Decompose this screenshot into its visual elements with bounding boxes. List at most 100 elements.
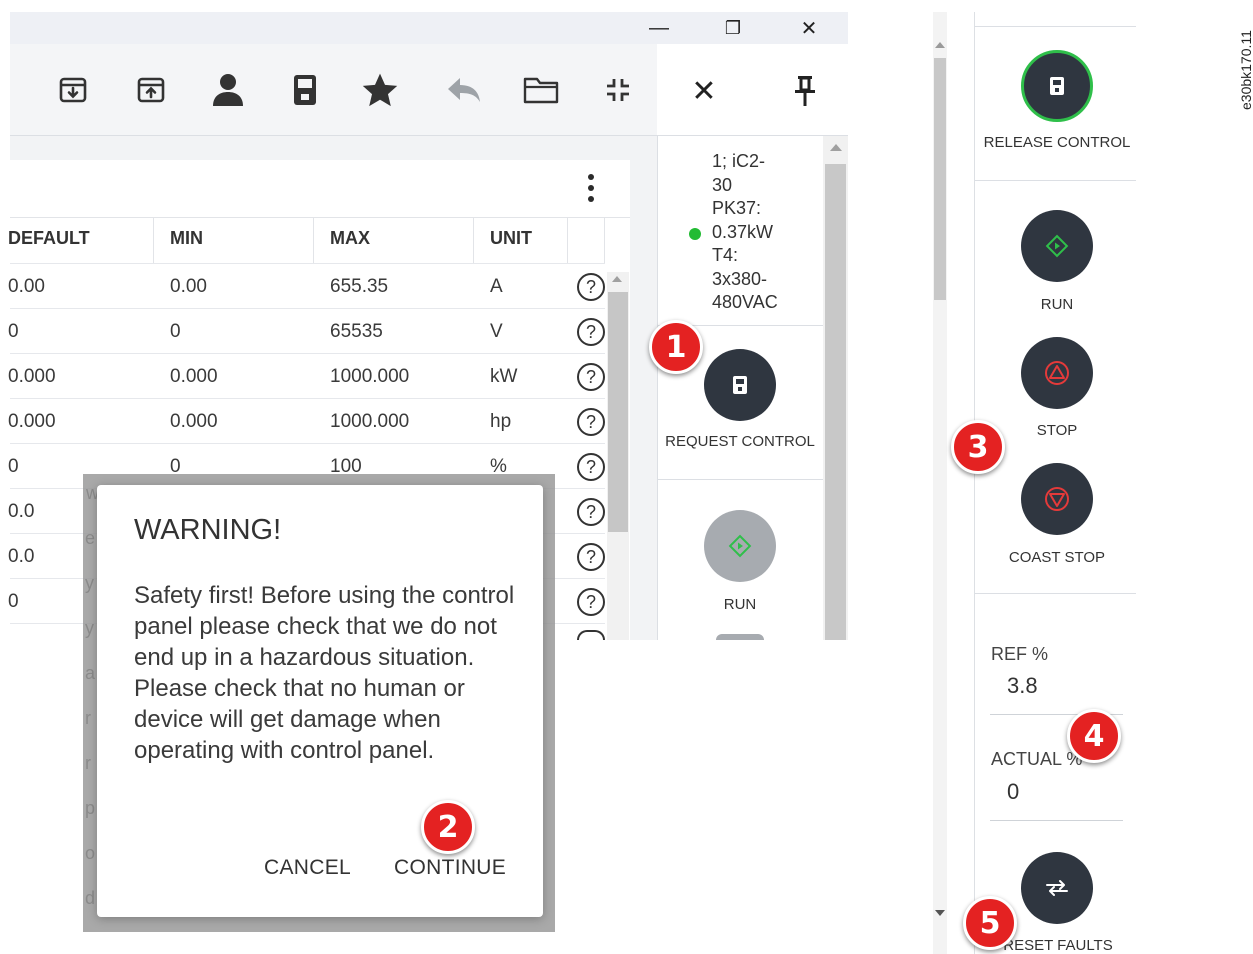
stop-button-partial[interactable] — [716, 634, 764, 640]
cell-default: 0 — [8, 591, 19, 612]
more-options-icon[interactable] — [578, 168, 604, 208]
actual-value: 0 — [1007, 779, 1020, 804]
stop-label: STOP — [1036, 422, 1078, 439]
divider — [10, 308, 605, 309]
divider — [10, 263, 605, 264]
run-button-disabled[interactable] — [704, 510, 776, 582]
help-icon[interactable]: ? — [577, 498, 605, 526]
cell-max: 655.35 — [330, 276, 389, 297]
run-label: RUN — [1040, 296, 1074, 313]
column-header-max[interactable]: MAX — [330, 228, 370, 249]
close-panel-button[interactable]: ✕ — [683, 70, 725, 112]
ref-label: REF % — [991, 644, 1049, 664]
folder-icon[interactable] — [519, 62, 563, 118]
cell-min: 0.000 — [170, 366, 218, 387]
dialog-body: Safety first! Before using the control p… — [134, 582, 515, 764]
drive-info: 1; iC2- 30 PK37: 0.37kW T4: 3x380- 480VA… — [712, 151, 778, 312]
restore-button[interactable]: ❐ — [710, 12, 756, 44]
scroll-up-arrow-icon[interactable] — [830, 144, 842, 151]
stop-button[interactable] — [1021, 337, 1093, 409]
cell-max: 1000.000 — [330, 366, 410, 387]
help-icon[interactable]: ? — [577, 363, 605, 391]
device-icon[interactable] — [283, 62, 327, 118]
figure-id: e30bk170.11 — [1232, 14, 1253, 134]
reset-faults-label: RESET FAULTS — [1003, 937, 1113, 954]
cell-min: 0.000 — [170, 411, 218, 432]
cell-default: 0.0 — [8, 546, 35, 567]
divider — [975, 180, 1136, 181]
request-control-button[interactable] — [704, 349, 776, 421]
scroll-down-arrow-icon[interactable] — [935, 910, 945, 916]
help-icon[interactable]: ? — [577, 453, 605, 481]
table-scrollbar-thumb[interactable] — [608, 292, 628, 532]
minimize-button[interactable]: — — [636, 12, 682, 44]
collapse-icon[interactable] — [596, 62, 640, 118]
person-icon[interactable] — [206, 62, 250, 118]
panel-border — [974, 12, 975, 954]
cell-max: 65535 — [330, 321, 383, 342]
actual-label: ACTUAL % — [991, 749, 1083, 769]
help-icon[interactable]: ? — [577, 543, 605, 571]
reply-icon[interactable] — [442, 62, 486, 118]
cell-unit: A — [490, 276, 503, 297]
coast-stop-button[interactable] — [1021, 463, 1093, 535]
cancel-button[interactable]: CANCEL — [264, 856, 351, 880]
divider — [975, 593, 1136, 594]
figure-id-text: e30bk170.11 — [1238, 30, 1253, 110]
divider — [657, 479, 823, 480]
ref-value[interactable]: 3.8 — [1007, 673, 1038, 699]
status-dot-icon — [689, 228, 701, 240]
help-icon[interactable] — [577, 630, 605, 640]
step-badge-5: 5 — [963, 896, 1017, 950]
dialog-title: WARNING! — [134, 514, 282, 546]
cell-unit: V — [490, 321, 503, 342]
scroll-up-arrow-icon[interactable] — [612, 276, 622, 282]
side-panel-scrollbar-thumb[interactable] — [825, 164, 846, 640]
cell-max: 1000.000 — [330, 411, 410, 432]
pin-icon[interactable] — [787, 70, 823, 112]
help-icon[interactable]: ? — [577, 588, 605, 616]
cell-min: 0.00 — [170, 276, 207, 297]
main-scrollbar-thumb[interactable] — [934, 58, 946, 300]
cell-default: 0.000 — [8, 366, 56, 387]
download-box-icon[interactable] — [51, 62, 95, 118]
cell-default: 0.0 — [8, 501, 35, 522]
cell-unit: hp — [490, 411, 512, 432]
divider — [10, 353, 605, 354]
step-badge-3: 3 — [951, 420, 1005, 474]
help-icon[interactable]: ? — [577, 273, 605, 301]
cell-default: 0.000 — [8, 411, 56, 432]
reset-faults-button[interactable] — [1021, 852, 1093, 924]
cell-default: 0.00 — [8, 276, 45, 297]
divider — [153, 218, 154, 263]
release-control-label: RELEASE CONTROL — [983, 134, 1131, 151]
divider — [473, 218, 474, 263]
cell-min: 0 — [170, 321, 181, 342]
divider — [313, 218, 314, 263]
divider — [10, 217, 630, 218]
scroll-up-arrow-icon[interactable] — [935, 42, 945, 48]
star-icon[interactable] — [358, 62, 402, 118]
run-label: RUN — [723, 596, 757, 613]
cell-unit: kW — [490, 366, 518, 387]
cell-default: 0 — [8, 321, 19, 342]
window-close-button[interactable]: ✕ — [786, 12, 832, 44]
divider — [975, 26, 1136, 27]
help-icon[interactable]: ? — [577, 408, 605, 436]
step-badge-1: 1 — [649, 320, 703, 374]
help-icon[interactable]: ? — [577, 318, 605, 346]
request-control-label: REQUEST CONTROL — [665, 433, 815, 450]
step-badge-4: 4 — [1067, 709, 1121, 763]
column-header-unit[interactable]: UNIT — [490, 228, 532, 249]
cell-default: 0 — [8, 456, 19, 477]
column-header-default[interactable]: DEFAULT — [8, 228, 90, 249]
divider — [10, 443, 605, 444]
divider — [567, 218, 568, 263]
run-button[interactable] — [1021, 210, 1093, 282]
step-badge-2: 2 — [421, 800, 475, 854]
upload-box-icon[interactable] — [129, 62, 173, 118]
continue-button[interactable]: CONTINUE — [394, 856, 506, 880]
divider — [990, 820, 1123, 821]
column-header-min[interactable]: MIN — [170, 228, 203, 249]
release-control-button[interactable] — [1021, 50, 1093, 122]
